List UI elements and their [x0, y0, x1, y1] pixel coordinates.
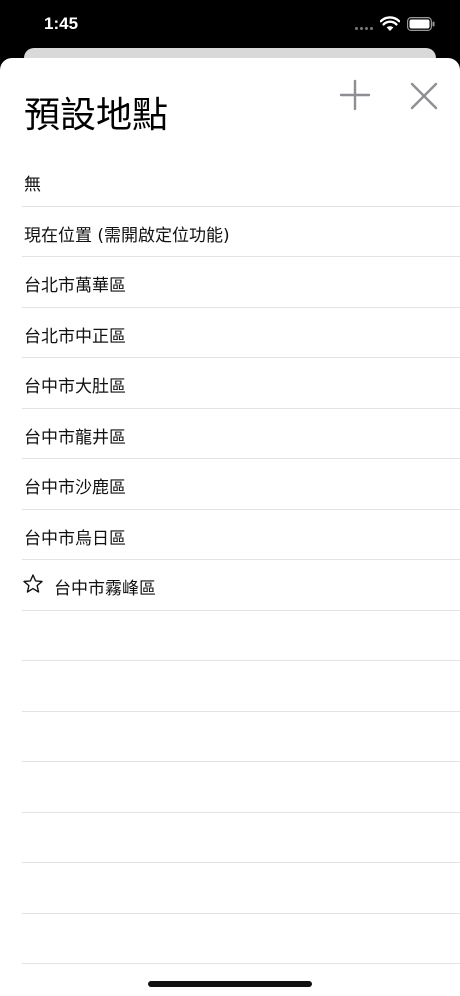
location-label: 現在位置 (需開啟定位功能): [24, 225, 230, 246]
location-item[interactable]: 現在位置 (需開啟定位功能): [0, 207, 460, 257]
location-list: 無 現在位置 (需開啟定位功能) 台北市萬華區 台北市中正區 台中市大肚區 台中…: [0, 156, 460, 964]
empty-row: [0, 611, 460, 661]
location-item[interactable]: 台中市沙鹿區: [0, 459, 460, 510]
location-label: 台北市中正區: [24, 326, 126, 347]
cellular-signal-icon: [355, 27, 375, 31]
page-title: 預設地點: [24, 95, 169, 136]
add-location-button[interactable]: [338, 78, 372, 112]
empty-row: [0, 762, 460, 813]
location-label: 無: [24, 175, 41, 195]
status-bar: 1:45: [0, 0, 460, 50]
battery-icon: [407, 17, 435, 31]
star-icon: [23, 574, 43, 593]
wifi-icon: [380, 16, 400, 31]
location-label: 台中市沙鹿區: [24, 478, 126, 498]
location-item[interactable]: 台中市烏日區: [0, 510, 460, 560]
empty-row: [0, 914, 460, 964]
location-item[interactable]: 台中市龍井區: [0, 409, 460, 459]
close-button[interactable]: [406, 78, 442, 114]
location-item[interactable]: 台北市中正區: [0, 308, 460, 358]
location-item[interactable]: 無: [0, 156, 460, 207]
location-label: 台中市霧峰區: [54, 579, 156, 599]
location-item[interactable]: 台中市大肚區: [0, 358, 460, 409]
empty-row: [0, 712, 460, 762]
close-icon: [410, 82, 438, 110]
location-label: 台中市龍井區: [24, 427, 126, 448]
empty-row: [0, 813, 460, 863]
location-item[interactable]: 台北市萬華區: [0, 257, 460, 308]
divider: [22, 963, 460, 964]
empty-row: [0, 863, 460, 914]
location-label: 台中市大肚區: [24, 377, 126, 397]
location-label: 台北市萬華區: [24, 276, 126, 296]
home-indicator[interactable]: [148, 981, 312, 987]
empty-row: [0, 661, 460, 712]
plus-icon: [339, 79, 371, 111]
location-item-default[interactable]: 台中市霧峰區: [0, 560, 460, 611]
status-time: 1:45: [44, 14, 79, 33]
location-label: 台中市烏日區: [24, 528, 126, 549]
